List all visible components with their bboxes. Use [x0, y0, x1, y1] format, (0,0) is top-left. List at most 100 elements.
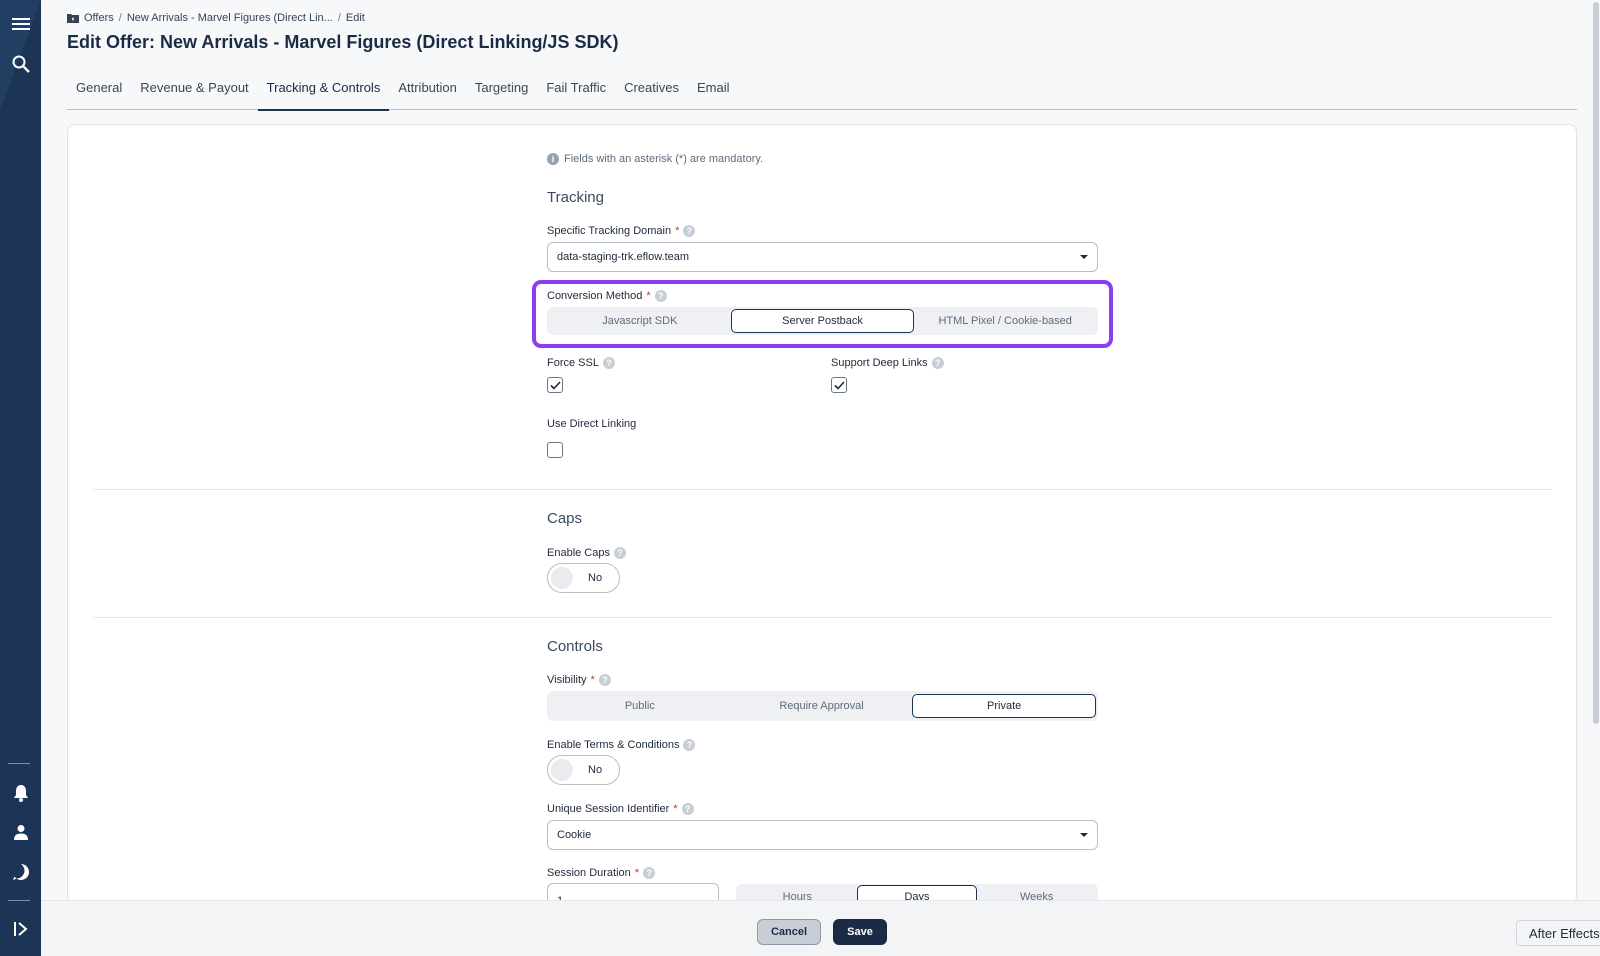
mandatory-note: i Fields with an asterisk (*) are mandat…	[547, 153, 763, 165]
check-icon	[833, 380, 845, 390]
label-support-deep-links-text: Support Deep Links	[831, 357, 928, 369]
tab-general[interactable]: General	[67, 72, 131, 110]
scrollbar-thumb[interactable]	[1593, 2, 1599, 724]
help-icon[interactable]: ?	[681, 803, 694, 815]
svg-text:?: ?	[17, 867, 24, 879]
folder-icon	[67, 14, 79, 23]
section-divider	[93, 489, 1551, 490]
breadcrumb: Offers / New Arrivals - Marvel Figures (…	[67, 12, 365, 24]
breadcrumb-offers[interactable]: Offers	[84, 12, 114, 24]
use-direct-linking-checkbox[interactable]	[547, 442, 563, 458]
label-use-direct-linking: Use Direct Linking	[547, 418, 636, 430]
conversion-option-server-postback[interactable]: Server Postback	[730, 309, 915, 333]
scrollbar[interactable]	[1592, 0, 1600, 730]
conversion-option-html-pixel[interactable]: HTML Pixel / Cookie-based	[914, 309, 1096, 333]
toggle-knob	[551, 567, 573, 589]
label-enable-caps: Enable Caps ?	[547, 547, 626, 559]
section-title-caps: Caps	[547, 510, 583, 527]
label-enable-terms-text: Enable Terms & Conditions	[547, 739, 680, 751]
sidebar-divider	[8, 900, 30, 901]
tracking-domain-select[interactable]: data-staging-trk.eflow.team	[547, 242, 1098, 272]
breadcrumb-separator: /	[118, 12, 122, 24]
info-icon: i	[547, 153, 559, 165]
sidebar: ?	[0, 0, 41, 956]
conversion-option-javascript-sdk[interactable]: Javascript SDK	[549, 309, 731, 333]
sidebar-divider	[8, 763, 30, 764]
force-ssl-checkbox[interactable]	[547, 377, 563, 393]
visibility-option-private[interactable]: Private	[912, 694, 1097, 718]
breadcrumb-current: Edit	[345, 12, 365, 24]
enable-terms-value: No	[588, 764, 603, 776]
label-session-duration-text: Session Duration	[547, 867, 631, 879]
user-icon[interactable]	[0, 814, 41, 850]
help-icon[interactable]: ?	[0, 854, 41, 890]
cancel-button[interactable]: Cancel	[757, 919, 821, 945]
help-icon[interactable]: ?	[683, 225, 696, 237]
label-tracking-domain-text: Specific Tracking Domain	[547, 225, 672, 237]
label-visibility: Visibility * ?	[547, 674, 611, 686]
caret-down-icon	[1080, 255, 1088, 259]
breadcrumb-separator: /	[337, 12, 341, 24]
help-icon[interactable]: ?	[654, 290, 667, 302]
label-force-ssl-text: Force SSL	[547, 357, 599, 369]
help-icon[interactable]: ?	[931, 357, 944, 369]
check-icon	[549, 380, 561, 390]
help-icon[interactable]: ?	[683, 739, 696, 751]
visibility-control: Public Require Approval Private	[547, 691, 1098, 721]
label-unique-session-identifier-text: Unique Session Identifier	[547, 803, 670, 815]
required-marker: *	[646, 290, 651, 302]
tab-email[interactable]: Email	[688, 72, 739, 110]
visibility-option-require-approval[interactable]: Require Approval	[731, 694, 913, 718]
enable-terms-toggle[interactable]: No	[547, 755, 620, 785]
tab-fail-traffic[interactable]: Fail Traffic	[537, 72, 615, 110]
form-card	[67, 124, 1577, 904]
search-icon[interactable]	[0, 46, 41, 82]
save-button[interactable]: Save	[833, 919, 887, 945]
tracking-domain-value: data-staging-trk.eflow.team	[557, 251, 690, 263]
required-marker: *	[590, 674, 595, 686]
help-icon[interactable]: ?	[602, 357, 615, 369]
tab-targeting[interactable]: Targeting	[466, 72, 537, 110]
label-force-ssl: Force SSL ?	[547, 357, 615, 369]
label-use-direct-linking-text: Use Direct Linking	[547, 418, 637, 430]
section-title-controls: Controls	[547, 638, 603, 655]
support-deep-links-checkbox[interactable]	[831, 377, 847, 393]
visibility-option-public[interactable]: Public	[549, 694, 731, 718]
tab-revenue-payout[interactable]: Revenue & Payout	[131, 72, 257, 110]
caret-down-icon	[1080, 833, 1088, 837]
tab-tracking-controls[interactable]: Tracking & Controls	[257, 72, 390, 111]
required-marker: *	[634, 867, 640, 879]
help-icon[interactable]: ?	[598, 674, 611, 686]
required-marker: *	[675, 225, 680, 237]
conversion-method-control: Javascript SDK Server Postback HTML Pixe…	[547, 307, 1098, 335]
label-support-deep-links: Support Deep Links ?	[831, 357, 944, 369]
unique-session-identifier-value: Cookie	[557, 829, 592, 841]
tab-creatives[interactable]: Creatives	[615, 72, 688, 110]
label-enable-caps-text: Enable Caps	[547, 547, 610, 559]
breadcrumb-offer[interactable]: New Arrivals - Marvel Figures (Direct Li…	[127, 12, 333, 24]
bell-icon[interactable]	[0, 775, 41, 811]
menu-icon[interactable]	[0, 6, 41, 42]
expand-icon[interactable]	[0, 911, 41, 947]
unique-session-identifier-select[interactable]: Cookie	[547, 820, 1098, 850]
label-conversion-method-text: Conversion Method	[547, 290, 643, 302]
enable-caps-value: No	[588, 572, 603, 584]
label-conversion-method: Conversion Method * ?	[547, 290, 667, 302]
section-title-tracking: Tracking	[547, 189, 604, 206]
toggle-knob	[551, 759, 573, 781]
help-icon[interactable]: ?	[614, 547, 626, 559]
label-session-duration: Session Duration * ?	[547, 867, 656, 879]
label-enable-terms: Enable Terms & Conditions ?	[547, 739, 696, 751]
enable-caps-toggle[interactable]: No	[547, 563, 620, 593]
help-icon[interactable]: ?	[643, 867, 656, 879]
label-tracking-domain: Specific Tracking Domain * ?	[547, 225, 696, 237]
label-visibility-text: Visibility	[547, 674, 587, 686]
label-unique-session-identifier: Unique Session Identifier * ?	[547, 803, 694, 815]
page-title: Edit Offer: New Arrivals - Marvel Figure…	[67, 32, 619, 52]
app-popup[interactable]: After Effects	[1516, 920, 1600, 946]
section-divider	[93, 617, 1551, 618]
tab-attribution[interactable]: Attribution	[389, 72, 466, 110]
required-marker: *	[673, 803, 678, 815]
mandatory-note-text: Fields with an asterisk (*) are mandator…	[564, 153, 764, 165]
tab-bar: General Revenue & Payout Tracking & Cont…	[67, 72, 1577, 111]
